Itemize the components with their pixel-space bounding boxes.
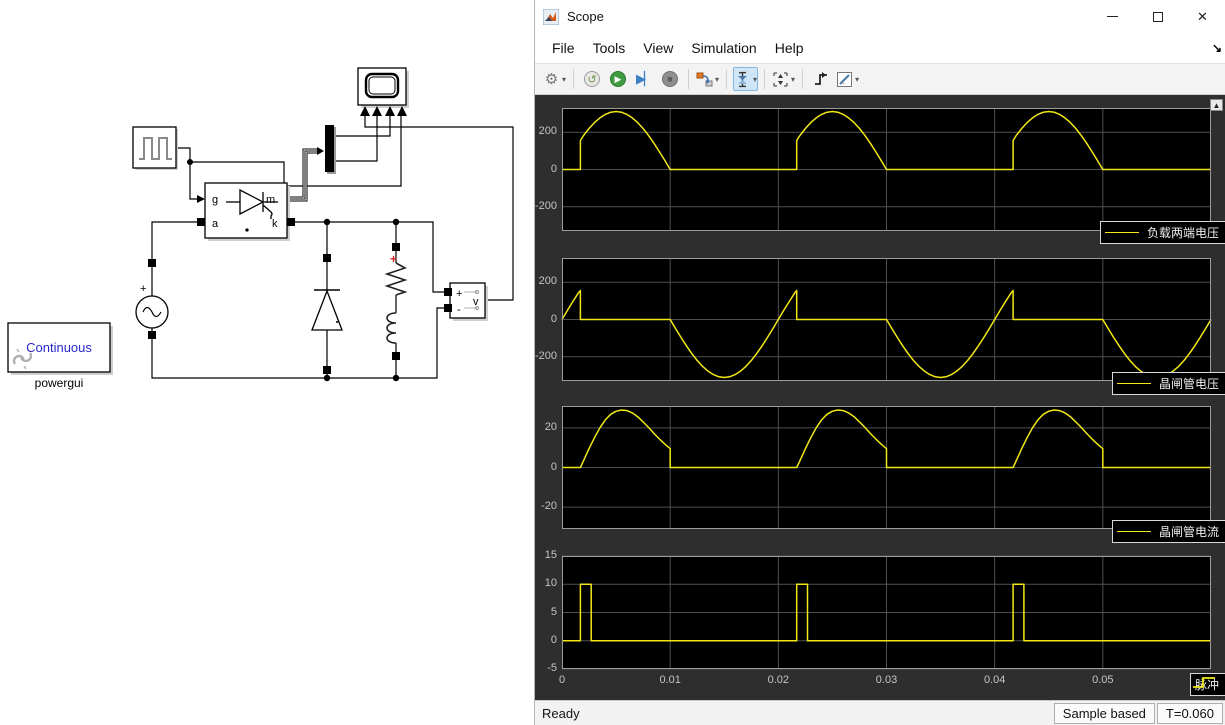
menu-tools[interactable]: Tools: [584, 36, 635, 60]
toolbar: ⚙ ▾ ↺ ▶ ▶▏ ■ ▾ ▾ ▾ ▾: [535, 63, 1225, 95]
menu-simulation[interactable]: Simulation: [682, 36, 765, 60]
legend-label: 晶闸管电压: [1158, 377, 1219, 391]
gate-input-port: [197, 195, 205, 203]
menu-help[interactable]: Help: [766, 36, 813, 60]
step-forward-icon: ▶▏: [636, 71, 654, 86]
cursor-measurements-button[interactable]: ▾: [733, 67, 759, 91]
rlc-polarity-label: +: [390, 252, 397, 266]
trigger-icon: [814, 71, 827, 85]
status-sim-time: T=0.060: [1156, 702, 1223, 724]
thyristor-k-label: k: [272, 218, 278, 230]
thyristor-block[interactable]: g a m k: [197, 182, 295, 241]
measurement-vector-wire[interactable]: [287, 147, 324, 202]
menu-view[interactable]: View: [634, 36, 682, 60]
thyristor-g-label: g: [212, 194, 218, 206]
scope-display-area: ▲ -200 0 200 负载两端电压 -200 0 200 晶闸管电压 -20 0 20: [535, 95, 1225, 700]
scope-block[interactable]: [357, 67, 409, 116]
matlab-icon: [543, 8, 559, 25]
powergui-block[interactable]: Continuous powergui: [7, 322, 113, 390]
legend-thyristor-voltage[interactable]: 晶闸管电压: [1111, 372, 1225, 395]
legend-stair-icon: [1192, 677, 1215, 688]
trigger-button[interactable]: [809, 67, 833, 91]
settings-button[interactable]: ⚙ ▾: [542, 67, 567, 91]
stop-icon: ■: [662, 71, 679, 87]
y-axis-ticks: -200 0 200: [534, 275, 557, 362]
scope-window: Scope ✕ File Tools View Simulation Help …: [534, 0, 1225, 725]
plot-load-voltage[interactable]: -200 0 200 负载两端电压: [535, 108, 1225, 244]
circuit-wires[interactable]: [151, 221, 450, 379]
measurements-button[interactable]: ▾: [835, 67, 860, 91]
legend-line-icon: [1104, 232, 1139, 233]
maximize-button[interactable]: [1135, 0, 1180, 33]
step-back-button[interactable]: ↺: [580, 67, 604, 91]
thyristor-m-label: m: [266, 194, 275, 206]
vm-plus-label: +: [456, 288, 462, 300]
cathode-port: [287, 218, 295, 226]
window-title: Scope: [567, 9, 604, 24]
scale-axes-button[interactable]: ▾: [771, 67, 796, 91]
chevron-down-icon: ▾: [855, 74, 860, 84]
scale-axes-icon: [773, 71, 788, 87]
chevron-down-icon: ▾: [753, 74, 758, 84]
legend-label: 负载两端电压: [1146, 226, 1219, 240]
gear-icon: ⚙: [544, 71, 559, 88]
source-polarity-label: +: [140, 283, 146, 295]
run-icon: ▶: [610, 71, 627, 87]
step-back-icon: ↺: [584, 71, 601, 87]
inductor-symbol: [386, 312, 397, 344]
menu-file[interactable]: File: [543, 36, 584, 60]
step-forward-button[interactable]: ▶▏: [632, 67, 656, 91]
screen: g a m k + + + - v Continuous powergui Sc…: [0, 0, 1225, 725]
voltage-measurement-block[interactable]: + - v: [444, 282, 488, 321]
status-text: Ready: [542, 705, 580, 721]
legend-load-voltage[interactable]: 负载两端电压: [1099, 221, 1225, 244]
run-button[interactable]: ▶: [606, 67, 630, 91]
model-svg: g a m k + + + - v Continuous powergui: [7, 67, 514, 390]
plot-thyristor-voltage[interactable]: -200 0 200 晶闸管电压: [535, 258, 1225, 395]
powergui-mode-label: Continuous: [26, 340, 92, 355]
minimize-button[interactable]: [1090, 0, 1135, 33]
measurements-icon: [837, 71, 853, 87]
plot-thyristor-current[interactable]: -20 0 20 晶闸管电流: [541, 406, 1225, 543]
thyristor-a-label: a: [212, 218, 219, 230]
vm-minus-label: -: [457, 304, 461, 316]
highlight-block-button[interactable]: ▾: [695, 67, 720, 91]
demux-block[interactable]: [325, 125, 336, 174]
legend-line-icon: [1116, 383, 1151, 384]
dock-arrow-icon[interactable]: ↘: [1212, 41, 1222, 55]
axes-menu-icon[interactable]: ▲: [1210, 99, 1223, 111]
x-axis-ticks: 0 0.01 0.02 0.03 0.04 0.05: [558, 674, 1114, 686]
anode-port: [197, 218, 205, 226]
vm-v-label: v: [473, 296, 479, 308]
menu-bar: File Tools View Simulation Help ↘: [535, 33, 1225, 63]
simulink-model-canvas: g a m k + + + - v Continuous powergui: [0, 0, 534, 725]
pulse-generator-block[interactable]: [132, 126, 178, 170]
highlight-block-icon: [696, 72, 713, 86]
status-sample-mode: Sample based: [1053, 702, 1155, 724]
status-bar: Ready Sample based T=0.060: [535, 700, 1225, 725]
y-axis-ticks: -5 0 5 10 15: [544, 549, 557, 674]
powergui-name-label: powergui: [35, 376, 84, 390]
cursor-measurements-icon: [738, 71, 748, 87]
legend-label: 晶闸管电流: [1158, 525, 1219, 539]
legend-line-icon: [1116, 531, 1151, 532]
resistor-symbol: [384, 262, 408, 296]
y-axis-ticks: -20 0 20: [541, 420, 557, 513]
legend-pulse[interactable]: 脉冲: [1189, 673, 1225, 696]
chevron-down-icon: ▾: [791, 74, 796, 84]
plot-pulse[interactable]: -5 0 5 10 15 0 0.01 0.02 0.03 0.04 0.05 脉冲: [545, 549, 1225, 696]
chevron-down-icon: ▾: [562, 74, 567, 84]
close-button[interactable]: ✕: [1180, 0, 1225, 33]
title-bar: Scope ✕: [535, 0, 1225, 33]
y-axis-ticks: -200 0 200: [534, 125, 557, 212]
legend-thyristor-current[interactable]: 晶闸管电流: [1111, 520, 1225, 543]
stop-button[interactable]: ■: [658, 67, 682, 91]
chevron-down-icon: ▾: [715, 74, 720, 84]
